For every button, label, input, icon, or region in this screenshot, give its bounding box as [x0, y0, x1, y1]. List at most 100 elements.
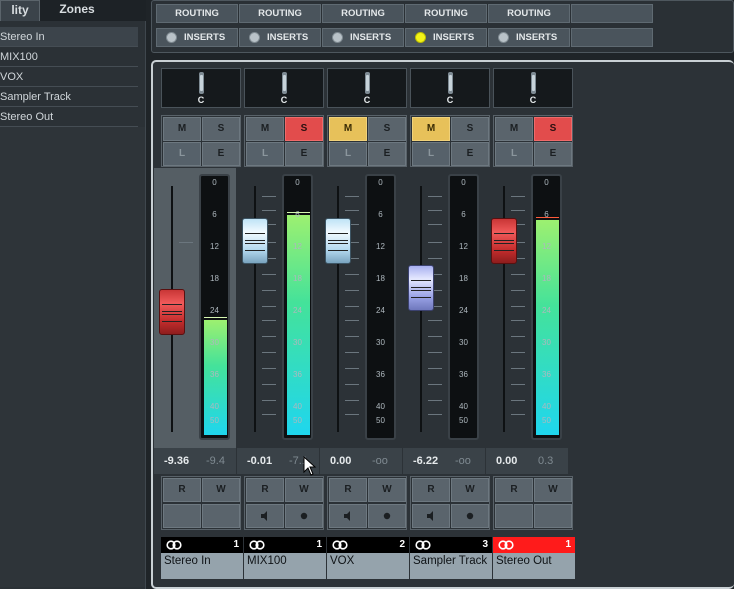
level-meter: 0 6 12 18 24 30 36 40 50: [365, 174, 396, 440]
mute-button[interactable]: M: [163, 117, 201, 141]
list-item-vox[interactable]: VOX: [0, 67, 138, 87]
channel-name[interactable]: Stereo In: [161, 553, 243, 579]
monitor-button[interactable]: [412, 504, 450, 528]
peak-value[interactable]: -oo: [455, 455, 471, 467]
meter-scale-label: 6: [212, 210, 217, 219]
mute-button[interactable]: M: [329, 117, 367, 141]
routing-button[interactable]: ROUTING: [322, 4, 404, 23]
inserts-button[interactable]: INSERTS: [239, 28, 321, 47]
edit-channel-button[interactable]: E: [451, 142, 489, 166]
mute-button[interactable]: M: [495, 117, 533, 141]
volume-fader-handle[interactable]: [242, 218, 268, 265]
pan-control[interactable]: C: [493, 68, 573, 108]
write-automation-button[interactable]: W: [285, 478, 323, 502]
inserts-button[interactable]: INSERTS: [405, 28, 487, 47]
solo-button[interactable]: S: [451, 117, 489, 141]
solo-button[interactable]: S: [534, 117, 572, 141]
routing-button[interactable]: ROUTING: [239, 4, 321, 23]
volume-value[interactable]: -0.01: [247, 455, 272, 467]
solo-button[interactable]: S: [285, 117, 323, 141]
peak-value[interactable]: -9.4: [206, 455, 225, 467]
edit-channel-button[interactable]: E: [368, 142, 406, 166]
read-automation-button[interactable]: R: [246, 478, 284, 502]
insert-led-icon[interactable]: [249, 32, 260, 43]
list-item-stereo-out[interactable]: Stereo Out: [0, 107, 138, 127]
fader-scale-tick: [262, 196, 276, 197]
read-automation-button[interactable]: R: [329, 478, 367, 502]
fader-scale-tick: [511, 352, 525, 353]
fader-scale-tick: [345, 210, 359, 211]
pan-control[interactable]: C: [327, 68, 407, 108]
monitor-button[interactable]: [246, 504, 284, 528]
listen-button[interactable]: L: [495, 142, 533, 166]
listen-button[interactable]: L: [163, 142, 201, 166]
write-automation-button[interactable]: W: [368, 478, 406, 502]
routing-button[interactable]: ROUTING: [156, 4, 238, 23]
read-automation-button[interactable]: R: [412, 478, 450, 502]
tab-visibility[interactable]: lity: [0, 0, 40, 21]
edit-channel-button[interactable]: E: [202, 142, 240, 166]
channel-name[interactable]: MIX100: [244, 553, 326, 579]
pan-control[interactable]: C: [161, 68, 241, 108]
read-automation-button[interactable]: R: [163, 478, 201, 502]
pan-knob-icon[interactable]: [365, 72, 370, 94]
monitor-button[interactable]: [329, 504, 367, 528]
pan-knob-icon[interactable]: [448, 72, 453, 94]
listen-button[interactable]: L: [246, 142, 284, 166]
inserts-button[interactable]: INSERTS: [322, 28, 404, 47]
edit-channel-button[interactable]: E: [534, 142, 572, 166]
write-automation-button[interactable]: W: [451, 478, 489, 502]
insert-led-icon[interactable]: [332, 32, 343, 43]
tab-zones[interactable]: Zones: [42, 0, 112, 21]
mute-button[interactable]: M: [246, 117, 284, 141]
pan-control[interactable]: C: [244, 68, 324, 108]
peak-value[interactable]: -oo: [372, 455, 388, 467]
mixconsole-window: lity Zones Stereo In MIX100 VOX Sampler …: [0, 0, 734, 589]
volume-fader-handle[interactable]: [408, 265, 434, 312]
volume-value[interactable]: 0.00: [496, 455, 517, 467]
volume-fader-handle[interactable]: [491, 218, 517, 264]
pan-knob-icon[interactable]: [282, 72, 287, 94]
channel-name[interactable]: Stereo Out: [493, 553, 575, 579]
routing-button[interactable]: ROUTING: [405, 4, 487, 23]
list-item-stereo-in[interactable]: Stereo In: [0, 27, 138, 47]
pan-control[interactable]: C: [410, 68, 490, 108]
inserts-button[interactable]: INSERTS: [488, 28, 570, 47]
listen-button[interactable]: L: [412, 142, 450, 166]
volume-value[interactable]: -6.22: [413, 455, 438, 467]
volume-fader-handle[interactable]: [159, 289, 185, 336]
inserts-button[interactable]: INSERTS: [156, 28, 238, 47]
list-item-sampler-track[interactable]: Sampler Track: [0, 87, 138, 107]
write-automation-button[interactable]: W: [534, 478, 572, 502]
routing-button[interactable]: ROUTING: [488, 4, 570, 23]
meter-scale: 0 6 12 18 24 30 36 40 50: [450, 176, 477, 438]
volume-value[interactable]: -9.36: [164, 455, 189, 467]
volume-value[interactable]: 0.00: [330, 455, 351, 467]
write-automation-button[interactable]: W: [202, 478, 240, 502]
pan-knob-icon[interactable]: [199, 72, 204, 94]
edit-channel-button[interactable]: E: [285, 142, 323, 166]
record-enable-button[interactable]: [285, 504, 323, 528]
listen-button[interactable]: L: [329, 142, 367, 166]
record-enable-button[interactable]: [451, 504, 489, 528]
fader-scale-tick: [511, 290, 525, 291]
volume-fader-handle[interactable]: [325, 218, 351, 264]
fader-grip-line: [162, 304, 182, 306]
solo-button[interactable]: S: [368, 117, 406, 141]
empty-slot-button: [534, 504, 572, 528]
channel-name[interactable]: Sampler Track: [410, 553, 492, 579]
list-item-mix100[interactable]: MIX100: [0, 47, 138, 67]
mute-button[interactable]: M: [412, 117, 450, 141]
record-enable-button[interactable]: [368, 504, 406, 528]
fader-scale-tick: [428, 224, 442, 225]
channel-name[interactable]: VOX: [327, 553, 409, 579]
insert-led-icon[interactable]: [415, 32, 426, 43]
solo-button[interactable]: S: [202, 117, 240, 141]
insert-led-icon[interactable]: [498, 32, 509, 43]
pan-knob-icon[interactable]: [531, 72, 536, 94]
peak-value[interactable]: 0.3: [538, 455, 553, 467]
insert-led-icon[interactable]: [166, 32, 177, 43]
mute-solo-buttons: MSLE: [161, 115, 241, 167]
read-automation-button[interactable]: R: [495, 478, 533, 502]
meter-scale-label: 30: [459, 338, 468, 347]
